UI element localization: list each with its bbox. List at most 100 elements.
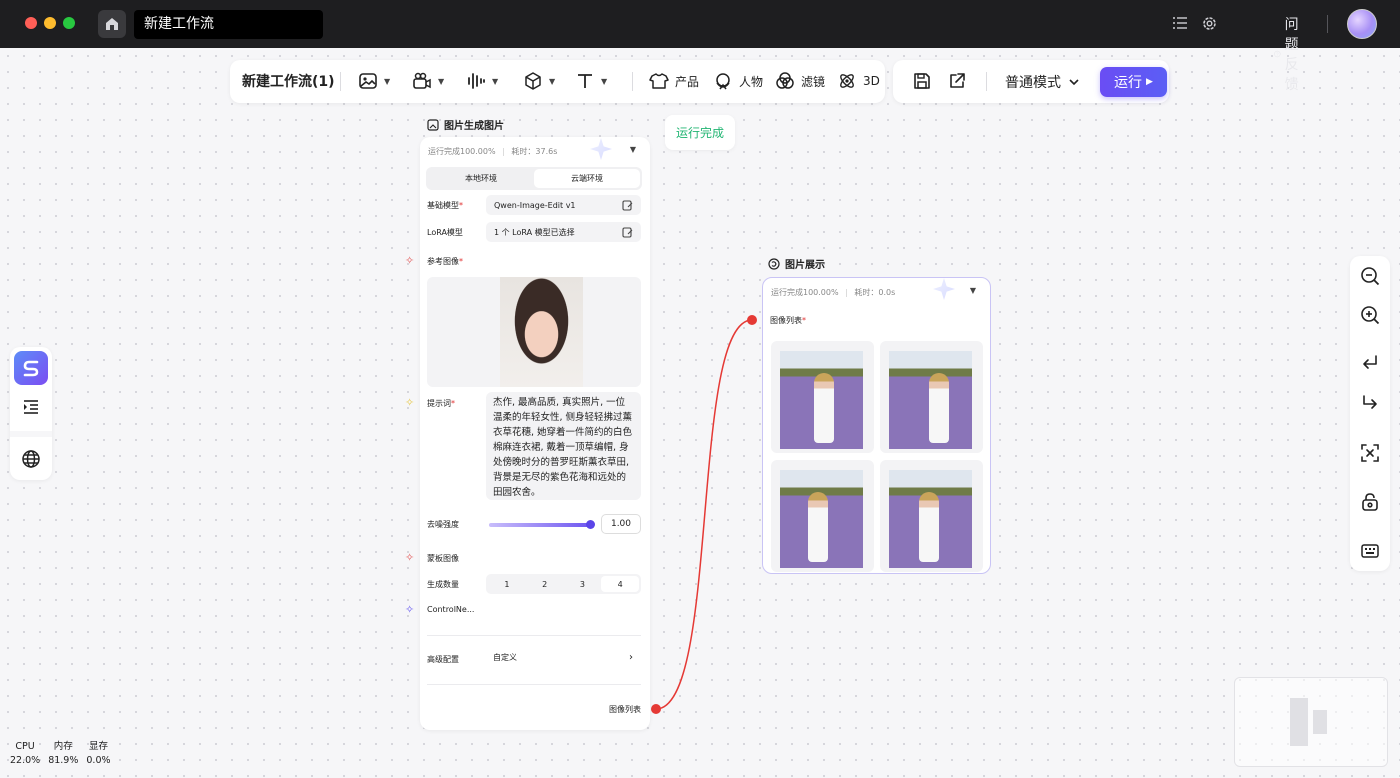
controlnet-port-icon[interactable]: ✧ bbox=[405, 604, 414, 615]
env-toggle: 本地环境 云端环境 bbox=[426, 167, 642, 190]
count-option[interactable]: 1 bbox=[488, 576, 526, 592]
minimap[interactable] bbox=[1234, 677, 1388, 767]
refresh-circle-icon bbox=[768, 257, 780, 270]
image-display-node[interactable]: 运行完成100.00% | 耗时：0.0s ▼ 图像列表* bbox=[762, 277, 991, 574]
img2img-node-header[interactable]: 图片生成图片 bbox=[427, 117, 504, 132]
advanced-config-label: 高级配置 bbox=[427, 655, 459, 664]
edit-icon[interactable] bbox=[622, 199, 633, 211]
cpu-value: 22.0% bbox=[10, 755, 41, 766]
undo-icon bbox=[1363, 355, 1377, 369]
output-port-label: 图像列表 bbox=[609, 705, 641, 714]
result-image-thumbnail[interactable] bbox=[771, 341, 874, 453]
prompt-label: 提示词* bbox=[427, 399, 455, 408]
prompt-textarea[interactable]: 杰作, 最高品质, 真实照片, 一位温柔的年轻女性, 侧身轻轻拂过薰衣草花穗, … bbox=[486, 392, 641, 500]
zoom-in-icon bbox=[1361, 306, 1380, 325]
vram-label: 显存 bbox=[88, 741, 108, 752]
keyboard-shortcuts-button[interactable] bbox=[1359, 540, 1381, 562]
zoom-out-icon bbox=[1361, 267, 1380, 286]
result-image-thumbnail[interactable] bbox=[880, 341, 983, 453]
fit-view-button[interactable] bbox=[1359, 442, 1381, 464]
mask-port-icon[interactable]: ✧ bbox=[405, 552, 414, 563]
cpu-label: CPU bbox=[15, 741, 35, 752]
lora-label: LoRA模型 bbox=[427, 228, 463, 237]
mask-image-label: 蒙板图像 bbox=[427, 554, 459, 563]
language-button[interactable] bbox=[21, 449, 41, 469]
vram-value: 0.0% bbox=[86, 755, 111, 766]
input-port[interactable] bbox=[747, 315, 757, 325]
lora-value: 1 个 LoRA 模型已选择 bbox=[494, 227, 575, 237]
denoise-value-input[interactable]: 1.00 bbox=[601, 514, 641, 534]
count-selector: 1 2 3 4 bbox=[486, 574, 641, 594]
denoise-slider-handle[interactable] bbox=[586, 520, 595, 529]
base-model-value: Qwen-Image-Edit v1 bbox=[494, 200, 576, 210]
lora-select[interactable]: 1 个 LoRA 模型已选择 bbox=[486, 222, 641, 242]
advanced-config-row[interactable]: 自定义 › bbox=[493, 652, 633, 666]
result-image-thumbnail[interactable] bbox=[771, 460, 874, 572]
focus-frame-icon bbox=[1361, 444, 1379, 462]
base-model-select[interactable]: Qwen-Image-Edit v1 bbox=[486, 195, 641, 215]
ref-image-port-icon[interactable]: ✧ bbox=[405, 255, 414, 266]
collapse-chevron-icon[interactable]: ▼ bbox=[970, 286, 976, 295]
tab-local-env[interactable]: 本地环境 bbox=[428, 169, 534, 188]
count-label: 生成数量 bbox=[427, 580, 459, 589]
display-node-header[interactable]: 图片展示 bbox=[768, 256, 825, 271]
node-elapsed: 耗时：0.0s bbox=[854, 288, 896, 297]
redo-icon bbox=[1363, 395, 1377, 409]
memory-stat: 内存 81.9% bbox=[48, 740, 78, 768]
zoom-out-button[interactable] bbox=[1359, 265, 1381, 287]
outline-toggle-button[interactable] bbox=[21, 397, 41, 417]
lock-canvas-button[interactable] bbox=[1359, 491, 1381, 513]
lock-icon bbox=[1362, 493, 1378, 511]
minimap-node bbox=[1313, 710, 1327, 734]
vram-stat: 显存 0.0% bbox=[86, 740, 110, 768]
count-option[interactable]: 3 bbox=[564, 576, 602, 592]
advanced-config-value: 自定义 bbox=[493, 653, 517, 662]
tab-cloud-env[interactable]: 云端环境 bbox=[534, 169, 640, 188]
denoise-slider-track[interactable] bbox=[489, 523, 592, 527]
globe-icon bbox=[22, 450, 40, 468]
canvas-controls bbox=[1350, 256, 1390, 571]
left-sidebar bbox=[10, 347, 52, 480]
cpu-stat: CPU 22.0% bbox=[10, 740, 40, 768]
image-edit-icon bbox=[427, 118, 439, 131]
image-list-label: 图像列表* bbox=[770, 316, 806, 325]
rail-divider bbox=[10, 431, 52, 437]
display-node-title: 图片展示 bbox=[785, 260, 825, 271]
undo-button[interactable] bbox=[1359, 352, 1381, 374]
keyboard-icon bbox=[1361, 544, 1379, 558]
redo-button[interactable] bbox=[1359, 392, 1381, 414]
divider bbox=[427, 635, 641, 636]
img2img-node[interactable]: 运行完成100.00% | 耗时：37.6s ▼ 本地环境 云端环境 基础模型*… bbox=[420, 137, 650, 730]
chevron-right-icon: › bbox=[629, 652, 633, 663]
denoise-label: 去噪强度 bbox=[427, 520, 459, 529]
count-option-selected[interactable]: 4 bbox=[601, 576, 639, 592]
node-progress: 运行完成100.00% bbox=[428, 147, 496, 156]
node-progress: 运行完成100.00% bbox=[771, 288, 839, 297]
output-port[interactable] bbox=[651, 704, 661, 714]
minimap-node bbox=[1290, 698, 1308, 746]
base-model-label: 基础模型* bbox=[427, 201, 463, 210]
edit-icon[interactable] bbox=[622, 226, 633, 238]
collapse-chevron-icon[interactable]: ▼ bbox=[630, 145, 636, 154]
sparkle-decoration bbox=[590, 138, 612, 160]
connection-edge[interactable] bbox=[0, 0, 1400, 778]
indent-list-icon bbox=[24, 400, 38, 414]
sparkle-decoration bbox=[933, 278, 955, 300]
zoom-in-button[interactable] bbox=[1359, 304, 1381, 326]
ref-image-label: 参考图像* bbox=[427, 257, 463, 266]
system-stats: CPU 22.0% 内存 81.9% 显存 0.0% bbox=[10, 740, 111, 768]
node-meta: 运行完成100.00% | 耗时：37.6s bbox=[428, 147, 558, 156]
node-meta: 运行完成100.00% | 耗时：0.0s bbox=[771, 288, 896, 297]
ref-image-dropzone[interactable] bbox=[427, 277, 641, 387]
result-image-thumbnail[interactable] bbox=[880, 460, 983, 572]
memory-value: 81.9% bbox=[48, 755, 79, 766]
count-option[interactable]: 2 bbox=[526, 576, 564, 592]
divider bbox=[427, 684, 641, 685]
app-logo-icon bbox=[23, 360, 39, 377]
app-logo-button[interactable] bbox=[14, 351, 48, 385]
prompt-port-icon[interactable]: ✧ bbox=[405, 397, 414, 408]
node-elapsed: 耗时：37.6s bbox=[511, 147, 558, 156]
controlnet-label: ControlNe... bbox=[427, 605, 475, 614]
img2img-node-title: 图片生成图片 bbox=[444, 121, 504, 132]
memory-label: 内存 bbox=[53, 741, 73, 752]
